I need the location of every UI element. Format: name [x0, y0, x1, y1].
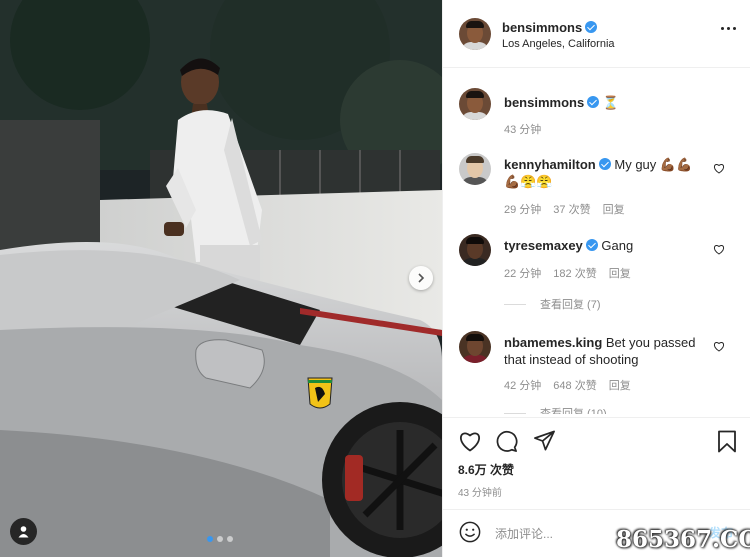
view-replies-label[interactable]: 查看回复 (10) — [540, 405, 607, 414]
post-actions: 8.6万 次赞 43 分钟前 — [443, 417, 750, 509]
post-details-panel: bensimmons Los Angeles, California bensi… — [442, 0, 750, 557]
verified-badge-icon — [598, 158, 611, 170]
bookmark-icon[interactable] — [717, 430, 737, 453]
avatar[interactable] — [459, 234, 491, 266]
comment-content: Gang — [601, 238, 634, 253]
comment-meta: 42 分钟 648 次赞 回复 — [504, 377, 631, 393]
avatar[interactable] — [459, 88, 491, 120]
comments-list[interactable]: bensimmons ⏳ 43 分钟 kennyhamilton My guy … — [443, 69, 750, 414]
heart-icon[interactable] — [713, 341, 725, 352]
carousel-dot — [207, 536, 213, 542]
divider — [504, 412, 526, 414]
avatar[interactable] — [459, 18, 491, 50]
view-replies-button[interactable]: 查看回复 (7) — [504, 296, 601, 312]
comment-time[interactable]: 29 分钟 — [504, 201, 541, 217]
heart-icon[interactable] — [713, 163, 725, 174]
caption-content: ⏳ — [602, 95, 619, 110]
carousel-dot — [227, 536, 233, 542]
comment-meta: 29 分钟 37 次赞 回复 — [504, 201, 625, 217]
comment-meta: 22 分钟 182 次赞 回复 — [504, 265, 631, 281]
post-header: bensimmons Los Angeles, California — [443, 0, 750, 68]
reply-button[interactable]: 回复 — [609, 265, 631, 281]
comment-likes[interactable]: 182 次赞 — [553, 265, 596, 281]
carousel-dot — [217, 536, 223, 542]
like-count[interactable]: 8.6万 次赞 — [458, 461, 514, 478]
carousel-indicator — [207, 536, 233, 542]
more-horizontal-icon[interactable] — [721, 27, 736, 30]
author-username[interactable]: bensimmons — [502, 20, 582, 35]
watermark: 865367.COM — [616, 526, 750, 553]
chevron-right-icon — [418, 273, 425, 283]
comment-likes[interactable]: 37 次赞 — [553, 201, 590, 217]
view-replies-label[interactable]: 查看回复 (7) — [540, 296, 601, 312]
comment-text: tyresemaxey Gang — [504, 237, 704, 254]
next-slide-button[interactable] — [409, 266, 433, 290]
comment-username[interactable]: nbamemes.king — [504, 335, 602, 350]
tagged-users-button[interactable] — [10, 518, 37, 545]
post-location[interactable]: Los Angeles, California — [502, 38, 615, 50]
reply-button[interactable]: 回复 — [603, 201, 625, 217]
comment-likes[interactable]: 648 次赞 — [553, 377, 596, 393]
caption-username[interactable]: bensimmons — [504, 95, 584, 110]
comment-time[interactable]: 42 分钟 — [504, 377, 541, 393]
avatar[interactable] — [459, 153, 491, 185]
verified-badge-icon — [587, 96, 600, 108]
heart-icon[interactable] — [713, 244, 725, 255]
caption-text: bensimmons ⏳ — [504, 94, 704, 111]
comment-time[interactable]: 22 分钟 — [504, 265, 541, 281]
post-timestamp[interactable]: 43 分钟前 — [458, 484, 502, 499]
emoji-icon[interactable] — [459, 521, 481, 543]
share-direct-icon[interactable] — [533, 430, 556, 452]
comment-username[interactable]: kennyhamilton — [504, 157, 596, 172]
verified-badge-icon — [585, 239, 598, 251]
reply-button[interactable]: 回复 — [609, 377, 631, 393]
comment-text: kennyhamilton My guy 💪🏾💪🏾 💪🏾😤😤 — [504, 156, 704, 190]
verified-badge-icon — [585, 21, 598, 33]
divider — [504, 303, 526, 305]
photo-scene — [0, 0, 442, 557]
avatar[interactable] — [459, 331, 491, 363]
caption-meta: 43 分钟 — [504, 121, 541, 137]
comment-input[interactable]: 添加评论... — [495, 525, 553, 542]
like-heart-icon[interactable] — [458, 430, 482, 452]
comment-bubble-icon[interactable] — [495, 430, 518, 453]
user-icon — [18, 526, 29, 538]
caption-time[interactable]: 43 分钟 — [504, 121, 541, 137]
comment-text: nbamemes.king Bet you passed that instea… — [504, 334, 704, 368]
comment-username[interactable]: tyresemaxey — [504, 238, 583, 253]
post-author[interactable]: bensimmons — [502, 19, 598, 37]
post-photo[interactable] — [0, 0, 442, 557]
view-replies-button[interactable]: 查看回复 (10) — [504, 405, 607, 414]
